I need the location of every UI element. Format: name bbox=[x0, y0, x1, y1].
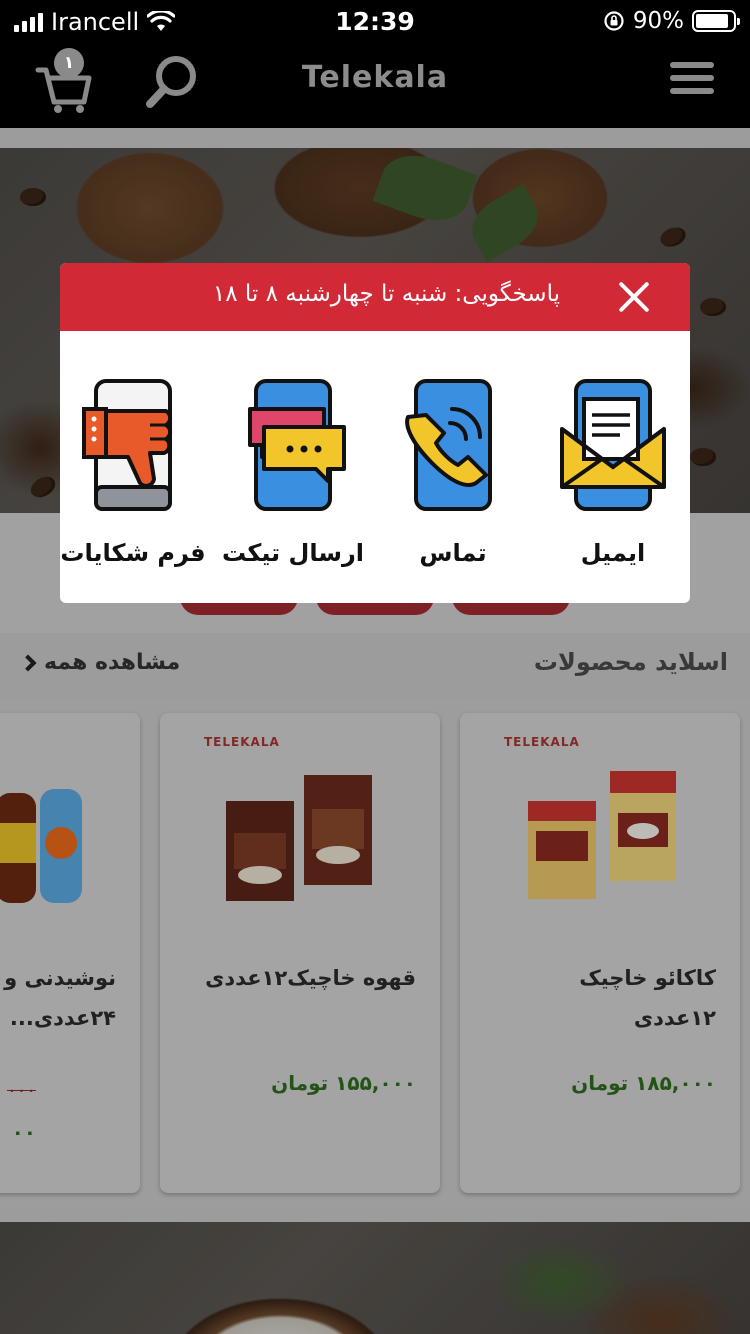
status-left: Irancell bbox=[14, 8, 176, 36]
dialog-header: پاسخگویی: شنبه تا چهارشنبه ۸ تا ۱۸ bbox=[60, 263, 690, 331]
cart-button[interactable]: ۱ bbox=[34, 48, 94, 114]
search-button[interactable] bbox=[142, 52, 202, 112]
orientation-lock-icon bbox=[604, 11, 624, 31]
battery-icon bbox=[692, 10, 740, 32]
cart-count-badge: ۱ bbox=[54, 48, 84, 78]
app-root: Irancell 12:39 90% ۱ Telekala اسلاید محص… bbox=[0, 0, 750, 1334]
contact-option-label: تماس bbox=[419, 539, 487, 567]
contact-option-label: ارسال تیکت bbox=[221, 539, 364, 567]
search-icon bbox=[146, 56, 196, 108]
contact-option-email[interactable]: ایمیل bbox=[538, 331, 688, 603]
contact-option-ticket[interactable]: ارسال تیکت bbox=[218, 331, 368, 603]
app-title: Telekala bbox=[301, 60, 449, 95]
contact-option-call[interactable]: تماس bbox=[378, 331, 528, 603]
hamburger-menu-button[interactable] bbox=[670, 62, 714, 102]
call-phone-icon bbox=[405, 379, 492, 511]
email-phone-icon bbox=[560, 379, 666, 511]
app-header: ۱ Telekala bbox=[0, 42, 750, 128]
carrier-name: Irancell bbox=[51, 8, 140, 36]
status-right: 90% bbox=[603, 8, 740, 34]
complaint-thumbs-down-icon bbox=[82, 379, 173, 511]
hamburger-icon bbox=[670, 62, 714, 94]
close-icon[interactable] bbox=[616, 279, 652, 315]
contact-option-label: فرم شکایات bbox=[60, 539, 206, 567]
dialog-title: پاسخگویی: شنبه تا چهارشنبه ۸ تا ۱۸ bbox=[212, 281, 560, 307]
signal-icon bbox=[14, 12, 43, 32]
ticket-chat-icon bbox=[248, 379, 346, 511]
status-bar: Irancell 12:39 90% bbox=[0, 0, 750, 42]
battery-percent: 90% bbox=[632, 8, 684, 34]
contact-option-complaint[interactable]: فرم شکایات bbox=[60, 331, 208, 603]
contact-option-label: ایمیل bbox=[580, 539, 646, 567]
contact-dialog: پاسخگویی: شنبه تا چهارشنبه ۸ تا ۱۸ ایمیل bbox=[60, 263, 690, 603]
wifi-icon bbox=[147, 11, 176, 31]
